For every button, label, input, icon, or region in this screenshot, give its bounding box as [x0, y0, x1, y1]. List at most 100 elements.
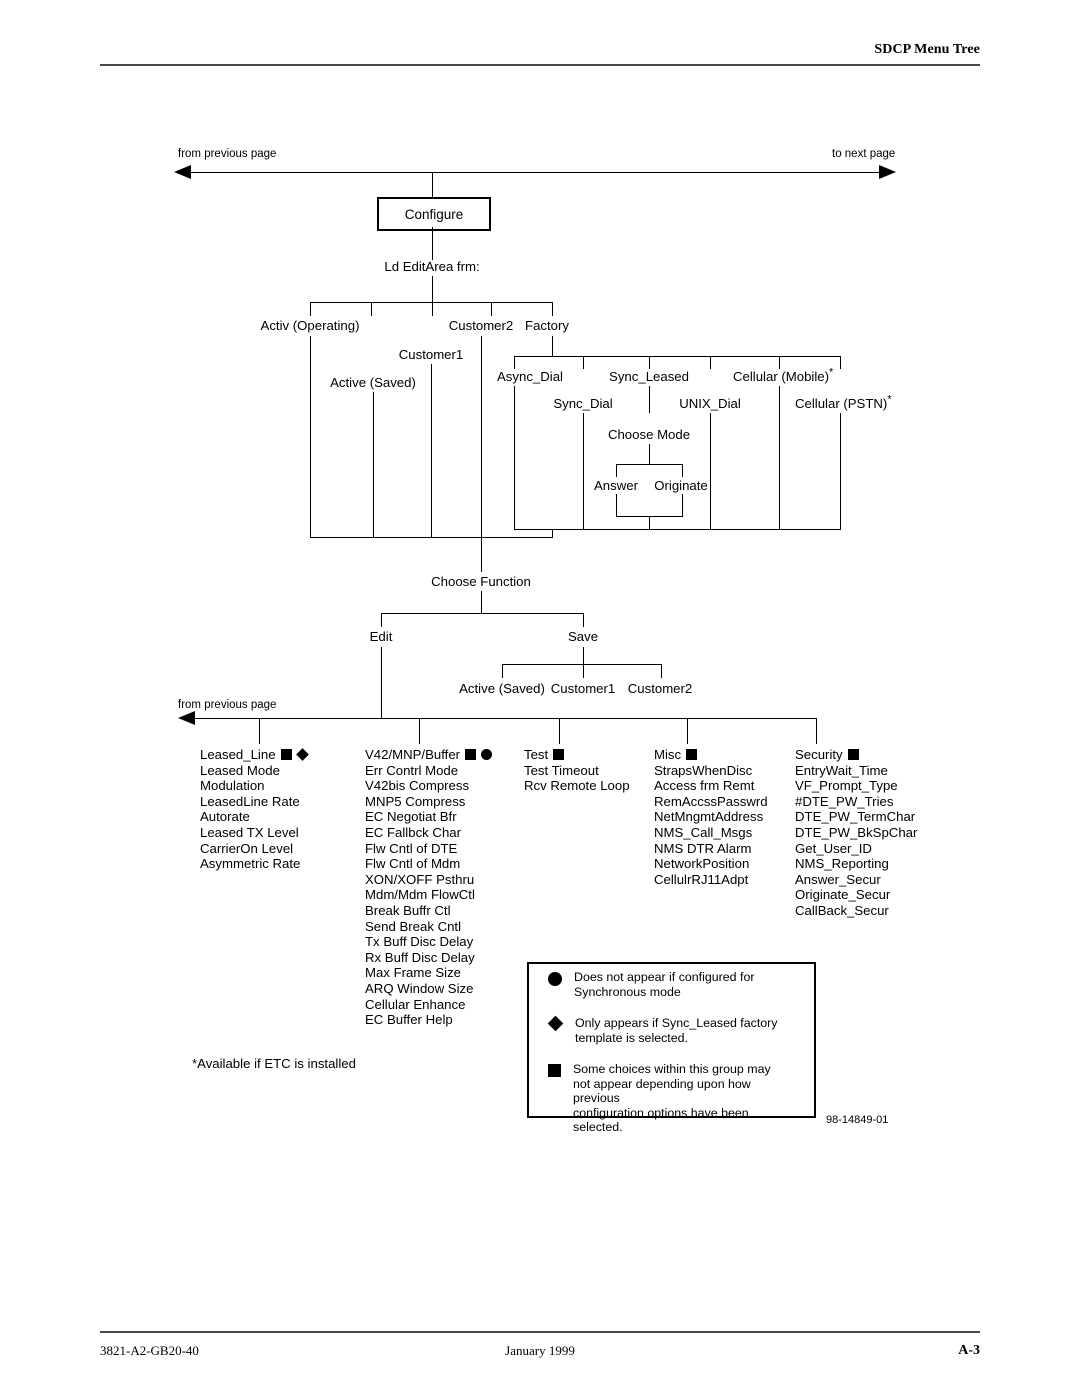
list-item[interactable]: Flw Cntl of Mdm	[365, 856, 492, 872]
edit-group-leased-line: Leased_Line Leased Mode Modulation Lease…	[200, 747, 309, 872]
editarea-option-active-saved[interactable]: Active (Saved)	[330, 375, 416, 390]
list-item[interactable]: DTE_PW_TermChar	[795, 809, 917, 825]
figure-number: 98-14849-01	[826, 1114, 889, 1126]
choose-function-option-save[interactable]: Save	[568, 629, 598, 644]
list-item[interactable]: Autorate	[200, 809, 308, 825]
etc-footnote: *Available if ETC is installed	[192, 1056, 356, 1071]
group-header-test[interactable]: Test	[524, 747, 630, 763]
list-item[interactable]: CallBack_Secur	[795, 903, 917, 919]
list-item[interactable]: ARQ Window Size	[365, 981, 492, 997]
left-arrowhead-icon-bottom	[178, 711, 195, 725]
list-item[interactable]: NetMngmtAddress	[654, 809, 768, 825]
run-sync-dial	[583, 413, 584, 529]
list-item[interactable]: Rcv Remote Loop	[524, 778, 630, 794]
factory-template-async-dial[interactable]: Async_Dial	[497, 369, 563, 384]
run-customer2	[481, 336, 482, 537]
square-symbol-icon	[548, 1064, 561, 1077]
stub-group-v42	[419, 718, 420, 744]
editarea-option-customer1[interactable]: Customer1	[399, 347, 464, 362]
factory-template-sync-leased[interactable]: Sync_Leased	[609, 369, 689, 384]
list-item[interactable]: EC Fallbck Char	[365, 825, 492, 841]
edit-groups-bus-line	[188, 718, 817, 719]
list-item[interactable]: Asymmetric Rate	[200, 856, 308, 872]
group-header-misc[interactable]: Misc	[654, 747, 768, 763]
edit-group-misc: Misc StrapsWhenDisc Access frm Remt RemA…	[654, 747, 768, 887]
group-header-leased-line[interactable]: Leased_Line	[200, 747, 309, 763]
save-target-customer1[interactable]: Customer1	[551, 681, 616, 696]
list-item[interactable]: Tx Buff Disc Delay	[365, 934, 492, 950]
legend-item-diamond: Only appears if Sync_Leased factory temp…	[547, 1015, 798, 1045]
list-item[interactable]: Flw Cntl of DTE	[365, 841, 492, 857]
list-item[interactable]: Rx Buff Disc Delay	[365, 950, 492, 966]
legend-item-square: Some choices within this group may not a…	[548, 1062, 798, 1135]
choose-mode-label: Choose Mode	[607, 427, 691, 442]
square-symbol-icon	[847, 749, 859, 761]
choose-function-option-edit[interactable]: Edit	[370, 629, 393, 644]
run-active-saved	[373, 392, 374, 537]
list-item[interactable]: DTE_PW_BkSpChar	[795, 825, 917, 841]
list-item[interactable]: EC Negotiat Bfr	[365, 809, 492, 825]
list-item[interactable]: NMS DTR Alarm	[654, 841, 768, 857]
list-item[interactable]: Err Contrl Mode	[365, 763, 492, 779]
list-item[interactable]: Send Break Cntl	[365, 919, 492, 935]
editarea-option-customer2[interactable]: Customer2	[449, 318, 514, 333]
choose-function-convergence-line	[310, 537, 553, 538]
list-item[interactable]: EntryWait_Time	[795, 763, 917, 779]
list-item[interactable]: Cellular Enhance	[365, 997, 492, 1013]
group-header-v42-mnp-buffer[interactable]: V42/MNP/Buffer	[365, 747, 493, 763]
right-arrowhead-icon	[879, 165, 896, 179]
list-item[interactable]: #DTE_PW_Tries	[795, 794, 917, 810]
stub-group-misc	[687, 718, 688, 744]
list-item[interactable]: Originate_Secur	[795, 887, 917, 903]
factory-template-unix-dial[interactable]: UNIX_Dial	[679, 396, 741, 411]
save-target-active-saved[interactable]: Active (Saved)	[459, 681, 545, 696]
choose-mode-option-answer[interactable]: Answer	[594, 478, 638, 493]
list-item[interactable]: EC Buffer Help	[365, 1012, 492, 1028]
run-activ-operating	[310, 336, 311, 537]
list-item[interactable]: CellulrRJ11Adpt	[654, 872, 768, 888]
save-bus-line	[502, 664, 661, 665]
list-item[interactable]: Mdm/Mdm FlowCtl	[365, 887, 492, 903]
list-item[interactable]: Leased TX Level	[200, 825, 308, 841]
list-item[interactable]: Get_User_ID	[795, 841, 917, 857]
choose-function-label: Choose Function	[431, 574, 531, 589]
list-item[interactable]: Modulation	[200, 778, 308, 794]
list-item[interactable]: Access frm Remt	[654, 778, 768, 794]
list-item[interactable]: Test Timeout	[524, 763, 630, 779]
line-factory-rejoin	[552, 529, 553, 537]
load-editarea-prompt: Ld EditArea frm:	[384, 259, 480, 274]
list-item[interactable]: NetworkPosition	[654, 856, 768, 872]
stub-cellular-pstn	[840, 356, 841, 369]
stub-edit	[381, 613, 382, 627]
line-to-choose-function	[481, 537, 482, 572]
editarea-option-factory[interactable]: Factory	[525, 318, 569, 333]
list-item[interactable]: RemAccssPasswrd	[654, 794, 768, 810]
factory-template-cellular-pstn[interactable]: Cellular (PSTN)*	[795, 394, 892, 411]
choose-mode-option-originate[interactable]: Originate	[654, 478, 708, 493]
stub-group-security	[816, 718, 817, 744]
list-item[interactable]: Answer_Secur	[795, 872, 917, 888]
stub-group-leased-line	[259, 718, 260, 744]
list-item[interactable]: VF_Prompt_Type	[795, 778, 917, 794]
factory-template-sync-dial[interactable]: Sync_Dial	[553, 396, 612, 411]
list-item[interactable]: CarrierOn Level	[200, 841, 308, 857]
list-item[interactable]: StrapsWhenDisc	[654, 763, 768, 779]
footer-rule	[100, 1331, 980, 1333]
group-header-security[interactable]: Security	[795, 747, 917, 763]
list-item[interactable]: XON/XOFF Psthru	[365, 872, 492, 888]
footer-page-number: A-3	[958, 1343, 980, 1358]
to-next-page-label: to next page	[832, 148, 896, 160]
list-item[interactable]: Max Frame Size	[365, 965, 492, 981]
configure-box[interactable]: Configure	[377, 197, 491, 231]
list-item[interactable]: Break Buffr Ctl	[365, 903, 492, 919]
factory-template-cellular-mobile[interactable]: Cellular (Mobile)*	[733, 367, 833, 384]
list-item[interactable]: V42bis Compress	[365, 778, 492, 794]
editarea-option-activ-operating[interactable]: Activ (Operating)	[261, 318, 360, 333]
list-item[interactable]: LeasedLine Rate	[200, 794, 308, 810]
list-item[interactable]: MNP5 Compress	[365, 794, 492, 810]
list-item[interactable]: Leased Mode	[200, 763, 308, 779]
list-item[interactable]: NMS_Reporting	[795, 856, 917, 872]
save-target-customer2[interactable]: Customer2	[628, 681, 693, 696]
list-item[interactable]: NMS_Call_Msgs	[654, 825, 768, 841]
stub-sync-leased	[649, 356, 650, 369]
